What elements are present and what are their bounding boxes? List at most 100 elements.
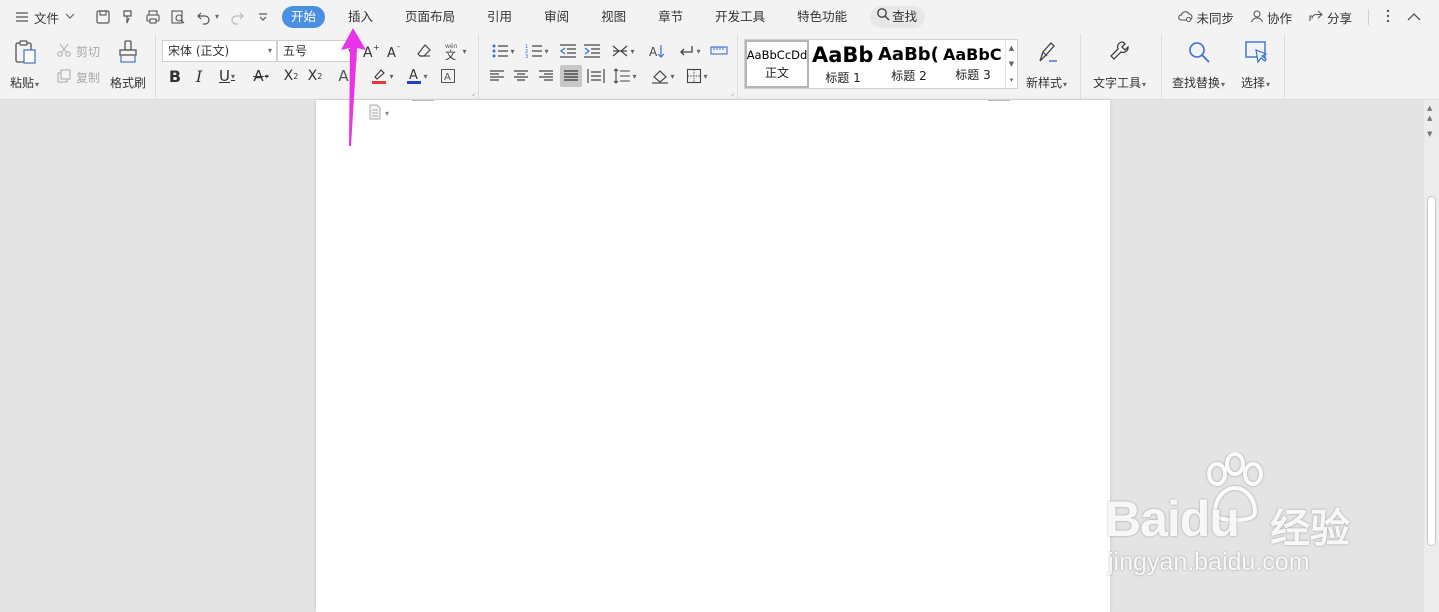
style-heading-1[interactable]: AaBb 标题 1 bbox=[811, 40, 875, 88]
customize-toolbar-icon[interactable] bbox=[255, 9, 271, 25]
style-name: 标题 2 bbox=[891, 69, 927, 83]
find-replace-button[interactable]: 查找替换▾ bbox=[1172, 39, 1225, 91]
print-icon[interactable] bbox=[145, 9, 161, 25]
collab-button[interactable]: 协作 bbox=[1250, 8, 1292, 27]
chinese-layout-icon[interactable]: ▾ bbox=[608, 40, 638, 62]
subscript-icon[interactable]: X2 bbox=[304, 65, 326, 87]
style-normal[interactable]: AaBbCcDd 正文 bbox=[745, 40, 809, 88]
style-name: 标题 3 bbox=[955, 68, 991, 82]
decrease-font-icon[interactable]: A- bbox=[384, 40, 406, 62]
magnifier-icon bbox=[1186, 39, 1212, 68]
borders-icon[interactable]: ▾ bbox=[682, 65, 712, 87]
paragraph-dialog-launcher-icon[interactable]: ⌟ bbox=[731, 89, 734, 97]
chevron-down-icon[interactable]: ▼ bbox=[1009, 60, 1014, 68]
collapse-ribbon-icon[interactable] bbox=[1407, 10, 1421, 25]
table-ruler-icon[interactable] bbox=[708, 40, 730, 62]
decrease-indent-icon[interactable] bbox=[557, 40, 579, 62]
file-menu[interactable]: 文件 bbox=[14, 0, 75, 34]
italic-icon[interactable]: I bbox=[188, 65, 210, 87]
show-hide-marks-icon[interactable]: ▾ bbox=[674, 40, 704, 62]
phonetic-guide-icon[interactable]: wén 文 ▾ bbox=[440, 40, 470, 62]
redo-icon[interactable] bbox=[229, 9, 245, 25]
bullet-list-icon[interactable]: ▾ bbox=[488, 40, 518, 62]
svg-text:A: A bbox=[649, 45, 658, 59]
sort-icon[interactable]: A bbox=[646, 40, 668, 62]
watermark-cn: 经验 bbox=[1270, 507, 1350, 551]
more-options-icon[interactable] bbox=[1385, 9, 1391, 26]
sync-status[interactable]: 未同步 bbox=[1177, 8, 1234, 27]
expand-gallery-icon[interactable]: ▾ bbox=[1010, 76, 1014, 84]
shading-icon[interactable]: ▾ bbox=[648, 65, 678, 87]
tab-page-layout[interactable]: 页面布局 bbox=[396, 6, 464, 28]
vertical-scrollbar[interactable]: ▲ ▲ ▼ bbox=[1424, 100, 1439, 612]
clipboard-group: 粘贴▾ 剪切 复制 格式刷 bbox=[0, 34, 156, 100]
cut-label: 剪切 bbox=[76, 45, 101, 59]
distributed-align-icon[interactable] bbox=[585, 65, 607, 87]
paste-button[interactable]: 粘贴▾ bbox=[10, 39, 39, 91]
scroll-down-icon[interactable]: ▼ bbox=[1427, 130, 1432, 138]
ribbon-tabs: 开始 插入 页面布局 引用 审阅 视图 章节 开发工具 特色功能 查找 bbox=[282, 6, 939, 28]
chevron-up-icon[interactable]: ▲ bbox=[1009, 44, 1014, 52]
copy-button[interactable]: 复制 bbox=[56, 68, 100, 87]
document-page[interactable]: ▾ bbox=[316, 100, 1110, 612]
margin-corner-mark bbox=[412, 100, 434, 101]
annotation-arrow-icon bbox=[341, 28, 366, 146]
increase-indent-icon[interactable] bbox=[581, 40, 603, 62]
share-button[interactable]: 分享 bbox=[1308, 8, 1352, 27]
tab-view[interactable]: 视图 bbox=[592, 6, 635, 28]
select-button[interactable]: 选择▾ bbox=[1241, 39, 1270, 91]
align-right-icon[interactable] bbox=[535, 65, 557, 87]
text-tools-button[interactable]: 文字工具▾ bbox=[1093, 39, 1146, 91]
style-heading-2[interactable]: AaBb( 标题 2 bbox=[877, 40, 941, 88]
tab-references[interactable]: 引用 bbox=[478, 6, 521, 28]
highlight-icon[interactable]: ▾ bbox=[367, 65, 397, 87]
chevron-down-icon: ▾ bbox=[267, 46, 272, 55]
svg-text:3: 3 bbox=[525, 54, 528, 59]
numbered-list-icon[interactable]: 1 2 3 ▾ bbox=[522, 40, 552, 62]
tab-start[interactable]: 开始 bbox=[282, 6, 326, 28]
styles-scroller[interactable]: ▲ ▼ ▾ bbox=[1005, 40, 1017, 88]
window-actions: 未同步 协作 分享 bbox=[1177, 0, 1421, 34]
save-icon[interactable] bbox=[95, 9, 111, 25]
margin-corner-mark bbox=[988, 100, 1010, 101]
tab-special-features[interactable]: 特色功能 bbox=[788, 6, 856, 28]
tab-insert[interactable]: 插入 bbox=[339, 6, 382, 28]
character-border-icon[interactable]: A bbox=[437, 65, 459, 87]
undo-icon[interactable] bbox=[196, 9, 212, 25]
new-style-label: 新样式 bbox=[1026, 76, 1063, 90]
tab-review[interactable]: 审阅 bbox=[535, 6, 578, 28]
style-name: 标题 1 bbox=[825, 70, 861, 85]
font-group: 宋体 (正文) ▾ 五号 ▾ A+ A- wén文▾ B I U▾ A▾ X2 … bbox=[157, 34, 479, 100]
new-style-group: 新样式▾ bbox=[1019, 34, 1081, 100]
styles-gallery: AaBbCcDd 正文 AaBb 标题 1 AaBb( 标题 2 AaBbC( … bbox=[744, 39, 1018, 89]
cut-button[interactable]: 剪切 bbox=[56, 42, 100, 61]
text-tools-group: 文字工具▾ bbox=[1082, 34, 1162, 100]
strikethrough-icon[interactable]: A ▾ bbox=[247, 65, 275, 87]
search-button[interactable]: 查找 bbox=[870, 6, 926, 28]
font-dialog-launcher-icon[interactable]: ⌟ bbox=[472, 89, 475, 97]
justify-icon[interactable] bbox=[560, 65, 582, 87]
underline-icon[interactable]: U ▾ bbox=[212, 65, 242, 87]
eraser-icon[interactable] bbox=[413, 40, 435, 62]
tab-developer[interactable]: 开发工具 bbox=[706, 6, 774, 28]
tab-chapter[interactable]: 章节 bbox=[649, 6, 692, 28]
format-icon[interactable] bbox=[120, 9, 136, 25]
align-center-icon[interactable] bbox=[510, 65, 532, 87]
undo-dropdown-icon[interactable]: ▾ bbox=[215, 12, 219, 21]
paragraph-layout-handle[interactable]: ▾ bbox=[368, 104, 389, 122]
baidu-jingyan-watermark: Baidu 经验 jingyan.baidu.com bbox=[1100, 452, 1370, 582]
scrollbar-thumb[interactable] bbox=[1427, 196, 1436, 546]
line-spacing-icon[interactable]: ▾ bbox=[610, 65, 640, 87]
new-style-button[interactable]: 新样式▾ bbox=[1026, 39, 1067, 91]
superscript-icon[interactable]: X2 bbox=[280, 65, 302, 87]
print-preview-icon[interactable] bbox=[170, 9, 186, 25]
font-name-select[interactable]: 宋体 (正文) ▾ bbox=[162, 40, 277, 62]
scroll-up-icon[interactable]: ▲ bbox=[1427, 114, 1432, 122]
bold-icon[interactable]: B bbox=[164, 65, 186, 87]
font-color-icon[interactable]: A ▾ bbox=[402, 65, 432, 87]
align-left-icon[interactable] bbox=[486, 65, 508, 87]
watermark-url: jingyan.baidu.com bbox=[1108, 548, 1310, 576]
style-heading-3[interactable]: AaBbC( 标题 3 bbox=[942, 40, 1004, 88]
format-painter-button[interactable]: 格式刷 bbox=[110, 39, 146, 91]
scroll-up-icon[interactable]: ▲ bbox=[1427, 104, 1432, 112]
